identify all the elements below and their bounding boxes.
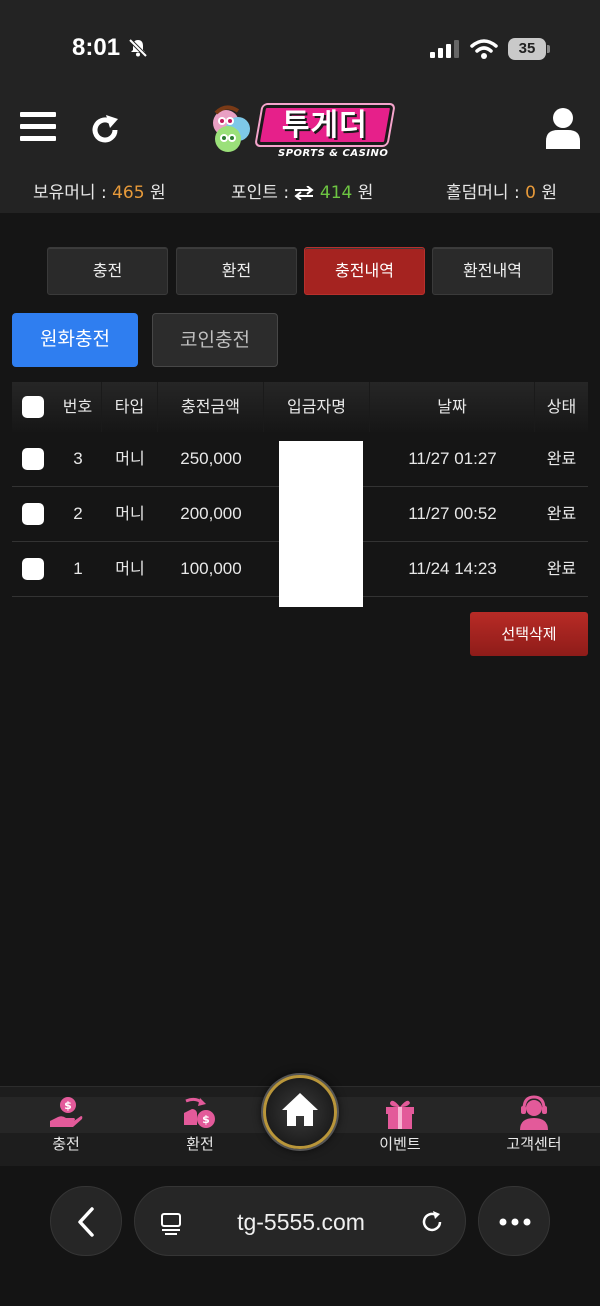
logo-wordmark: 투게더 bbox=[256, 105, 394, 145]
cell-number: 1 bbox=[73, 559, 83, 578]
cell-date: 11/27 01:27 bbox=[408, 449, 497, 468]
tab-exchange-history[interactable]: 환전내역 bbox=[432, 247, 553, 295]
column-header-amount: 충전금액 bbox=[158, 382, 264, 432]
exchange-coin-icon: $ bbox=[184, 1097, 215, 1128]
home-button[interactable] bbox=[263, 1075, 337, 1149]
nav-label: 충전 bbox=[52, 1135, 80, 1153]
back-button[interactable] bbox=[50, 1186, 122, 1256]
cell-type: 머니 bbox=[115, 504, 145, 523]
headset-support-icon bbox=[520, 1095, 548, 1130]
holdem-balance: 홀덤머니 : 0 원 bbox=[446, 183, 557, 203]
app-header: 투게더 SPORTS & CASINO 보유머니 : 465 원 포인트 : 4… bbox=[0, 95, 600, 213]
tab-exchange[interactable]: 환전 bbox=[176, 247, 297, 295]
refresh-icon[interactable] bbox=[88, 113, 122, 151]
cell-status: 완료 bbox=[546, 504, 577, 523]
money-balance: 보유머니 : 465 원 bbox=[33, 183, 166, 203]
cell-date: 11/27 00:52 bbox=[408, 504, 497, 523]
convert-arrows-icon[interactable] bbox=[294, 185, 315, 201]
tab-charge-history[interactable]: 충전내역 bbox=[304, 247, 425, 295]
select-all-checkbox[interactable] bbox=[22, 396, 44, 418]
reload-icon[interactable] bbox=[419, 1209, 445, 1235]
column-header-status: 상태 bbox=[546, 397, 577, 416]
column-header-depositor: 입금자명 bbox=[264, 382, 370, 432]
url-text: tg-5555.com bbox=[237, 1209, 365, 1235]
row-checkbox[interactable] bbox=[22, 503, 44, 525]
column-header-type: 타입 bbox=[102, 382, 158, 432]
cell-status: 완료 bbox=[546, 559, 577, 578]
nav-label: 이벤트 bbox=[379, 1135, 421, 1153]
balance-summary: 보유머니 : 465 원 포인트 : 414 원 홀덤머니 : 0 원 bbox=[0, 178, 600, 204]
cell-amount: 250,000 bbox=[180, 449, 242, 468]
nav-item-event[interactable]: 이벤트 bbox=[355, 1095, 445, 1154]
cell-type: 머니 bbox=[115, 559, 145, 578]
battery-tip bbox=[547, 45, 550, 53]
home-icon bbox=[282, 1093, 318, 1126]
logo-subtitle: SPORTS & CASINO bbox=[278, 148, 389, 159]
cell-type: 머니 bbox=[115, 449, 145, 468]
nav-item-support[interactable]: 고객센터 bbox=[489, 1095, 579, 1154]
cell-number: 2 bbox=[73, 504, 83, 523]
holdem-value: 0 bbox=[525, 183, 536, 203]
status-bar: 8:01 35 bbox=[0, 0, 600, 95]
more-options-button[interactable] bbox=[478, 1186, 550, 1256]
cell-amount: 100,000 bbox=[180, 559, 242, 578]
subtab-krw-charge[interactable]: 원화충전 bbox=[12, 313, 138, 367]
tab-charge[interactable]: 충전 bbox=[47, 247, 168, 295]
row-checkbox[interactable] bbox=[22, 448, 44, 470]
cell-date: 11/24 14:23 bbox=[408, 559, 497, 578]
address-bar[interactable]: tg-5555.com bbox=[134, 1186, 466, 1256]
point-balance[interactable]: 포인트 : 414 원 bbox=[231, 178, 373, 203]
svg-text:$: $ bbox=[202, 1113, 210, 1126]
point-value: 414 bbox=[319, 183, 353, 203]
nav-label: 고객센터 bbox=[506, 1135, 562, 1153]
column-header-date: 날짜 bbox=[370, 382, 535, 432]
more-dots-icon bbox=[499, 1218, 531, 1226]
browser-toolbar: tg-5555.com bbox=[0, 1166, 600, 1306]
delete-selected-button[interactable]: 선택삭제 bbox=[470, 612, 588, 656]
subtab-coin-charge[interactable]: 코인충전 bbox=[152, 313, 278, 367]
redaction-box bbox=[279, 441, 363, 607]
svg-text:$: $ bbox=[64, 1099, 72, 1112]
user-profile-icon[interactable] bbox=[545, 107, 581, 153]
status-time: 8:01 bbox=[72, 34, 121, 61]
nav-label: 환전 bbox=[186, 1135, 214, 1153]
brand-logo[interactable]: 투게더 SPORTS & CASINO bbox=[208, 101, 394, 163]
row-checkbox[interactable] bbox=[22, 558, 44, 580]
hamburger-menu-icon[interactable] bbox=[20, 112, 56, 146]
hand-coin-icon: $ bbox=[50, 1097, 83, 1127]
bottom-navigation: $ 충전 $ 환전 이벤트 고객센터 bbox=[0, 1075, 600, 1166]
chevron-left-icon bbox=[78, 1207, 94, 1237]
wifi-icon bbox=[470, 38, 498, 64]
cell-amount: 200,000 bbox=[180, 504, 242, 523]
mascot-characters-icon bbox=[213, 105, 250, 152]
cell-number: 3 bbox=[73, 449, 83, 468]
money-value: 465 bbox=[112, 183, 145, 203]
bell-muted-icon bbox=[128, 38, 148, 62]
nav-item-charge[interactable]: $ 충전 bbox=[21, 1095, 111, 1154]
nav-item-exchange[interactable]: $ 환전 bbox=[155, 1095, 245, 1154]
cellular-signal-icon bbox=[430, 40, 460, 62]
battery-indicator: 35 bbox=[508, 38, 546, 60]
cell-status: 완료 bbox=[546, 449, 577, 468]
table-header: 번호 타입 충전금액 입금자명 날짜 상태 bbox=[12, 382, 588, 432]
column-header-number: 번호 bbox=[54, 382, 102, 432]
gift-icon bbox=[386, 1100, 414, 1129]
